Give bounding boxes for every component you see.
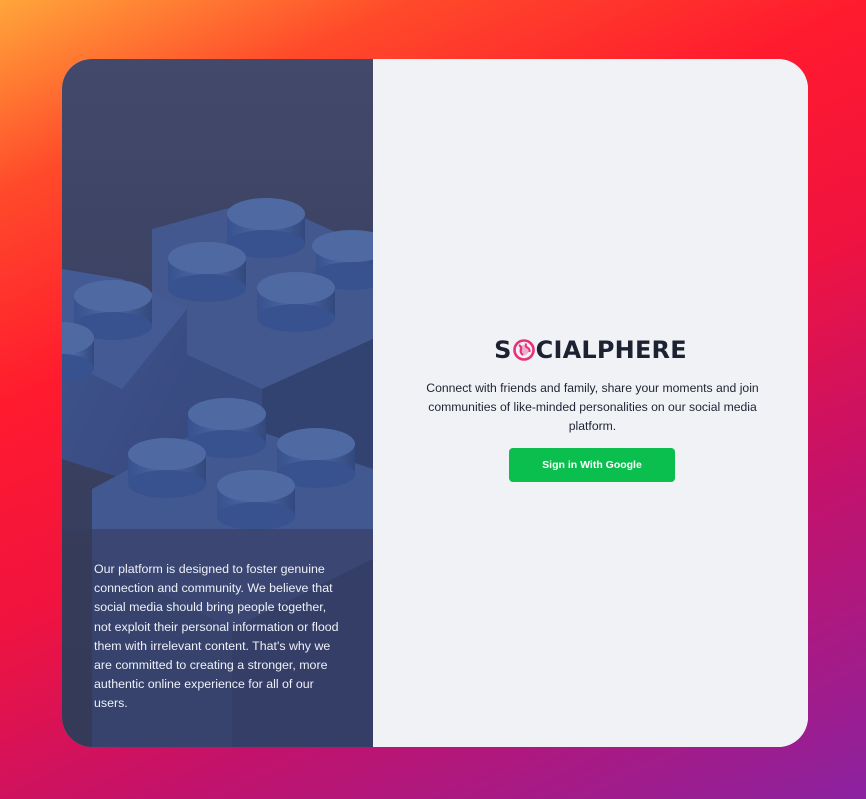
login-card: Our platform is designed to foster genui…	[62, 59, 808, 747]
brand-text-start: S	[494, 336, 512, 364]
hero-description: Our platform is designed to foster genui…	[94, 562, 339, 711]
brand-logo: S CIALPHERE	[373, 335, 808, 368]
hero-panel: Our platform is designed to foster genui…	[62, 59, 373, 747]
auth-panel: S CIALPHERE Connect with friends and fam…	[373, 59, 808, 747]
globe-icon	[512, 338, 535, 368]
brand-text-end: CIALPHERE	[535, 336, 687, 364]
tagline: Connect with friends and family, share y…	[426, 381, 759, 433]
sign-in-google-button[interactable]: Sign in With Google	[509, 448, 675, 482]
